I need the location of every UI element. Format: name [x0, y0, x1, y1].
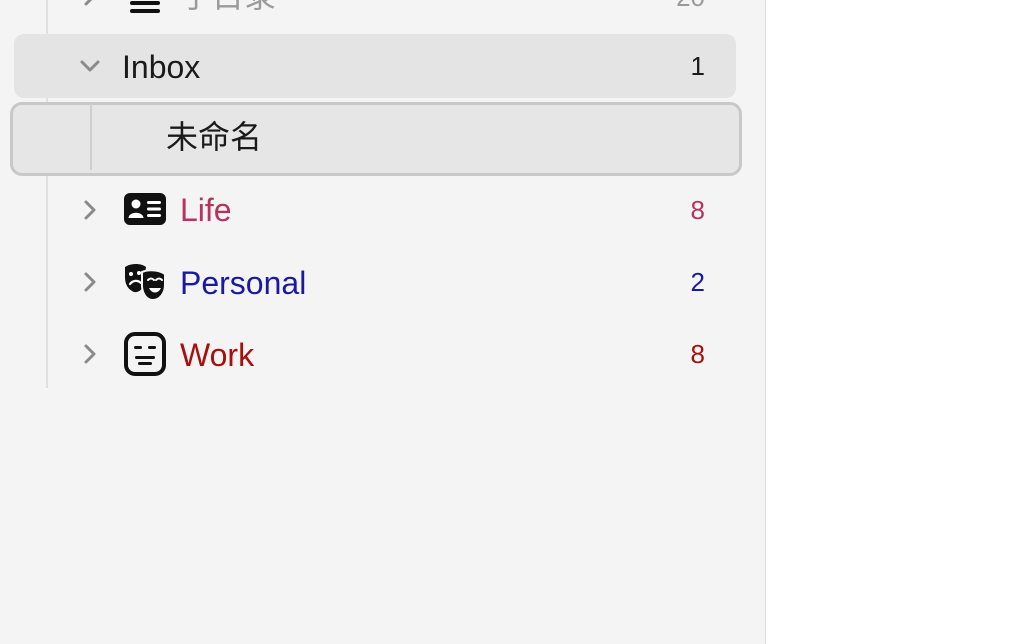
sidebar-item-personal[interactable]: Personal 2 [0, 250, 765, 314]
sidebar-item-inbox[interactable]: Inbox 1 [0, 34, 765, 98]
list-icon [122, 0, 168, 19]
chevron-right-icon[interactable] [76, 340, 104, 368]
sidebar-item-count: 20 [676, 0, 705, 14]
sidebar-item-life[interactable]: Life 8 [0, 178, 765, 242]
sidebar-item-work[interactable]: Work 8 [0, 322, 765, 386]
rename-input[interactable]: 未命名 [166, 117, 262, 157]
id-card-icon [122, 186, 168, 232]
main-pane [766, 0, 1016, 644]
inbox-label: Inbox [122, 49, 201, 85]
rename-field-divider [90, 104, 92, 170]
sidebar-item-label: Personal [180, 265, 307, 301]
chevron-right-icon[interactable] [76, 196, 104, 224]
chevron-right-icon[interactable] [76, 268, 104, 296]
sidebar-item-count: 8 [690, 339, 705, 369]
inbox-count: 1 [690, 51, 705, 81]
sidebar-item-label: Work [180, 337, 255, 373]
sidebar-item-partial[interactable]: 子目录 20 [0, 0, 765, 28]
sidebar-item-label: Life [180, 192, 232, 228]
chevron-right-icon[interactable] [76, 0, 104, 10]
chevron-down-icon[interactable] [76, 52, 104, 80]
sidebar-item-label: 子目录 [180, 0, 276, 16]
robot-face-icon [122, 331, 168, 377]
sidebar-item-count: 8 [690, 195, 705, 225]
sidebar-item-count: 2 [690, 267, 705, 297]
sidebar: 子目录 20 Inbox 1 未命名 Life 8 [0, 0, 766, 644]
rename-field-box[interactable] [10, 102, 742, 176]
theater-masks-icon [122, 259, 168, 305]
